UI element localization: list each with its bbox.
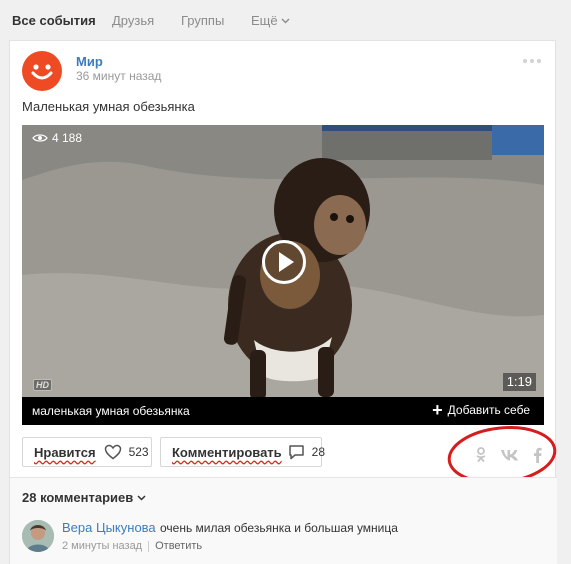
odnoklassniki-icon[interactable] [475, 447, 487, 468]
comment-meta: 2 минуты назад Ответить [62, 540, 202, 552]
post-time: 36 минут назад [76, 69, 162, 83]
post-author[interactable]: Мир [76, 54, 103, 69]
video-player[interactable]: 4 188 HD 1:19 маленькая умная обезьянка … [22, 125, 544, 425]
like-count: 523 [128, 445, 149, 459]
play-icon [262, 240, 306, 284]
chevron-down-icon [281, 18, 290, 23]
tab-all-events[interactable]: Все события [12, 13, 96, 28]
eye-icon [32, 134, 48, 142]
tab-more[interactable]: Ещё [251, 13, 290, 28]
like-button[interactable]: Нравится 523 [22, 437, 152, 467]
comment-label: Комментировать [172, 444, 282, 460]
feed-tabs: Все события Друзья Группы Ещё [0, 0, 571, 40]
comment-button[interactable]: Комментировать 28 [160, 437, 326, 467]
comment-author[interactable]: Вера Цыкунова [62, 520, 156, 535]
hd-badge: HD [33, 379, 52, 391]
comments-toggle[interactable]: 28 комментариев [22, 490, 146, 505]
plus-icon: + [432, 400, 443, 420]
feed-post-card: Мир 36 минут назад Маленькая умная обезь… [9, 40, 557, 564]
video-caption: маленькая умная обезьянка [32, 404, 190, 418]
heart-icon [104, 444, 122, 460]
comment-text: очень милая обезьянка и большая умница [160, 521, 398, 535]
add-to-self-label: Добавить себе [447, 403, 530, 417]
comments-toggle-label: 28 комментариев [22, 490, 134, 505]
comments-section: 28 комментариев Вера Цыкунова очень мила… [10, 478, 557, 564]
tab-more-label: Ещё [251, 13, 278, 28]
comment-bubble-icon [288, 444, 305, 460]
reply-link[interactable]: Ответить [155, 540, 202, 552]
vk-icon[interactable] [500, 449, 522, 467]
meta-separator [148, 540, 150, 552]
play-button[interactable] [261, 239, 307, 285]
post-text: Маленькая умная обезьянка [22, 99, 195, 114]
comment-count: 28 [311, 445, 326, 459]
more-options-icon[interactable] [523, 57, 543, 65]
tab-friends[interactable]: Друзья [112, 13, 154, 28]
add-to-self-button[interactable]: + Добавить себе [432, 400, 530, 420]
like-label: Нравится [34, 444, 96, 460]
group-avatar[interactable] [22, 51, 62, 91]
chevron-down-icon [137, 494, 146, 501]
tab-groups[interactable]: Группы [181, 13, 224, 28]
video-duration: 1:19 [502, 373, 536, 391]
view-count: 4 188 [52, 131, 83, 145]
comment-author-avatar[interactable] [22, 520, 54, 552]
comment-time: 2 минуты назад [62, 540, 143, 552]
view-counter: 4 188 [32, 131, 82, 145]
smiley-logo-icon [31, 64, 53, 80]
facebook-icon[interactable] [533, 447, 542, 468]
